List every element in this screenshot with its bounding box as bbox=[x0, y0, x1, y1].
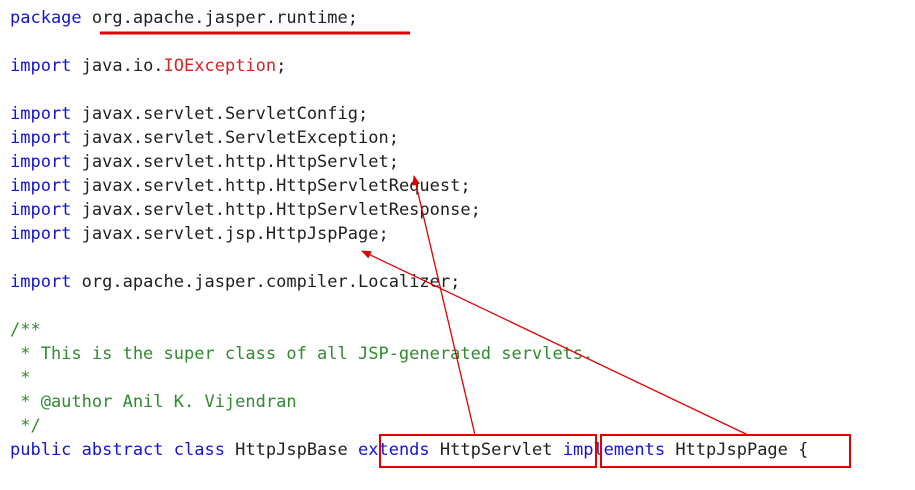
code-token-comment: /** bbox=[10, 320, 41, 340]
code-token-plain: org.apache.jasper.runtime; bbox=[81, 8, 358, 28]
code-token-plain: javax.servlet.ServletConfig; bbox=[71, 104, 369, 124]
code-token-keyword: implements bbox=[562, 440, 666, 460]
code-token-keyword: import bbox=[10, 200, 72, 220]
code-token-plain: { bbox=[798, 440, 809, 460]
code-token-keyword: public abstract class bbox=[10, 440, 225, 460]
code-token-keyword: import bbox=[10, 56, 72, 76]
code-token-plain: ; bbox=[276, 56, 287, 76]
code-line: import javax.servlet.http.HttpServletReq… bbox=[10, 174, 808, 198]
code-line: /** bbox=[10, 318, 808, 342]
code-token-plain: javax.servlet.jsp.HttpJspPage; bbox=[71, 224, 389, 244]
code-line: import javax.servlet.jsp.HttpJspPage; bbox=[10, 222, 808, 246]
code-line: import java.io.IOException; bbox=[10, 54, 808, 78]
code-token-plain: javax.servlet.http.HttpServletResponse; bbox=[71, 200, 481, 220]
code-token-keyword: import bbox=[10, 224, 72, 244]
code-token-plain: javax.servlet.http.HttpServletRequest; bbox=[71, 176, 471, 196]
code-token-plain: javax.servlet.ServletException; bbox=[71, 128, 399, 148]
code-token-keyword: extends bbox=[358, 440, 430, 460]
code-line: import javax.servlet.http.HttpServlet; bbox=[10, 150, 808, 174]
code-token-keyword: import bbox=[10, 128, 72, 148]
code-token-plain: HttpJspBase bbox=[224, 440, 358, 460]
code-line: public abstract class HttpJspBase extend… bbox=[10, 438, 808, 462]
code-editor: package org.apache.jasper.runtime; impor… bbox=[10, 6, 808, 462]
code-token-keyword: import bbox=[10, 152, 72, 172]
code-token-keyword: package bbox=[10, 8, 82, 28]
code-token-comment: * @author Anil K. Vijendran bbox=[10, 392, 297, 412]
code-line: * @author Anil K. Vijendran bbox=[10, 390, 808, 414]
code-token-class: IOException bbox=[163, 56, 277, 76]
code-token-keyword: import bbox=[10, 176, 72, 196]
code-token-plain: javax.servlet.http.HttpServlet; bbox=[71, 152, 399, 172]
code-token-comment: * bbox=[10, 368, 31, 388]
code-token-keyword: import bbox=[10, 104, 72, 124]
code-token-keyword: import bbox=[10, 272, 72, 292]
code-token-plain: HttpServlet bbox=[429, 440, 563, 460]
code-line: import javax.servlet.ServletException; bbox=[10, 126, 808, 150]
code-line: import org.apache.jasper.compiler.Locali… bbox=[10, 270, 808, 294]
code-token-plain: HttpJspPage bbox=[665, 440, 799, 460]
code-line: * This is the super class of all JSP-gen… bbox=[10, 342, 808, 366]
code-line: */ bbox=[10, 414, 808, 438]
code-line: * bbox=[10, 366, 808, 390]
code-line: import javax.servlet.ServletConfig; bbox=[10, 102, 808, 126]
code-line: package org.apache.jasper.runtime; bbox=[10, 6, 808, 30]
code-token-plain: org.apache.jasper.compiler.Localizer; bbox=[71, 272, 461, 292]
code-line: import javax.servlet.http.HttpServletRes… bbox=[10, 198, 808, 222]
code-token-comment: */ bbox=[10, 416, 41, 436]
code-token-comment: * This is the super class of all JSP-gen… bbox=[10, 344, 594, 364]
code-token-plain: java.io. bbox=[71, 56, 164, 76]
